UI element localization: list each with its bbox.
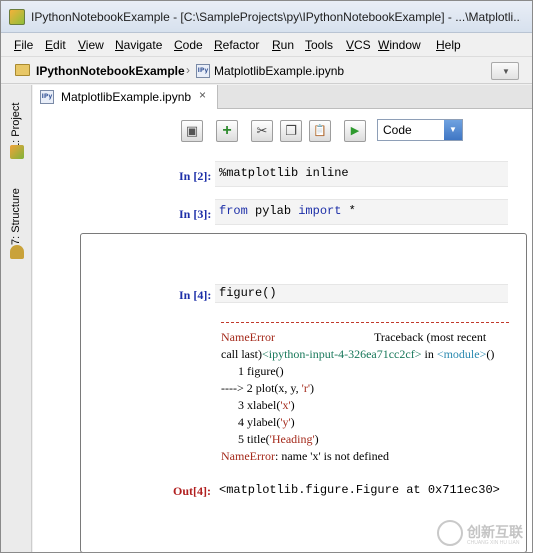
traceback-line-code: plot(x, y, 'r') bbox=[255, 381, 314, 395]
cell-2-prompt: In [2]: bbox=[179, 169, 212, 183]
window-title: IPythonNotebookExample - [C:\SampleProje… bbox=[31, 10, 521, 24]
tab-matplotlib-example[interactable]: IPy MatplotlibExample.ipynb × bbox=[33, 85, 218, 109]
error-name: NameError bbox=[221, 449, 275, 463]
ipython-file-icon: IPy bbox=[196, 64, 210, 78]
traceback-line-code: xlabel('x') bbox=[247, 398, 295, 412]
add-cell-icon[interactable]: + bbox=[216, 120, 238, 142]
navigation-bar: IPythonNotebookExample › IPy MatplotlibE… bbox=[1, 58, 532, 84]
menu-tools[interactable]: Tools bbox=[305, 38, 333, 52]
in-word: in bbox=[421, 347, 437, 361]
traceback-line: 1 figure() bbox=[221, 363, 509, 380]
output-prompt: Out[4]: bbox=[173, 484, 211, 498]
folder-icon bbox=[15, 64, 30, 76]
cell-2-code-text: %matplotlib inline bbox=[219, 166, 349, 180]
tool-tab-structure[interactable]: 7: Structure bbox=[10, 188, 22, 245]
cell-3-code[interactable]: from pylab import * bbox=[215, 199, 508, 225]
menu-run[interactable]: Run bbox=[272, 38, 294, 52]
watermark-icon bbox=[437, 520, 463, 546]
traceback-line-number: 1 bbox=[238, 364, 247, 378]
structure-icon bbox=[10, 245, 24, 259]
menu-window[interactable]: Window bbox=[378, 38, 421, 52]
menu-refactor[interactable]: Refactor bbox=[214, 38, 259, 52]
save-icon[interactable]: ▣ bbox=[181, 120, 203, 142]
code-text: * bbox=[341, 204, 356, 218]
paste-icon[interactable]: 📋 bbox=[309, 120, 331, 142]
traceback-error-line: NameError: name 'x' is not defined bbox=[221, 448, 509, 465]
menu-bar: File Edit View Navigate Code Refactor Ru… bbox=[1, 33, 532, 57]
breadcrumb-file[interactable]: MatplotlibExample.ipynb bbox=[214, 64, 344, 78]
traceback-line-number: ----> 2 bbox=[221, 381, 256, 395]
ipython-file-icon: IPy bbox=[40, 90, 54, 104]
traceback-line-code: figure() bbox=[247, 364, 284, 378]
run-icon[interactable]: ▶ bbox=[344, 120, 366, 142]
copy-icon[interactable]: ❐ bbox=[280, 120, 302, 142]
tool-tab-project[interactable]: 1: Project bbox=[10, 103, 22, 149]
ide-window: IPythonNotebookExample - [C:\SampleProje… bbox=[0, 0, 533, 553]
error-message: : name 'x' is not defined bbox=[274, 449, 389, 463]
traceback-line-code: title('Heading') bbox=[247, 432, 319, 446]
traceback-line: 4 ylabel('y') bbox=[221, 414, 509, 431]
tab-label: MatplotlibExample.ipynb bbox=[61, 90, 192, 104]
menu-view[interactable]: View bbox=[78, 38, 104, 52]
menu-vcs[interactable]: VCS bbox=[346, 38, 371, 52]
title-bar: IPythonNotebookExample - [C:\SampleProje… bbox=[1, 1, 532, 33]
traceback-line-number: 3 bbox=[238, 398, 247, 412]
error-name: NameError bbox=[221, 330, 275, 344]
traceback-line-number: 5 bbox=[238, 432, 247, 446]
pycharm-logo-icon bbox=[9, 9, 25, 25]
code-text: pylab bbox=[247, 204, 299, 218]
traceback-line-code: ylabel('y') bbox=[247, 415, 295, 429]
module-ref: <module> bbox=[436, 347, 487, 361]
menu-navigate[interactable]: Navigate bbox=[115, 38, 162, 52]
watermark-title: 创新互联 bbox=[467, 524, 523, 540]
notebook-toolbar: ▣ + ✂ ❐ 📋 ▶ Code ▼ bbox=[33, 109, 532, 153]
cell-4-prompt: In [4]: bbox=[179, 288, 212, 302]
breadcrumb-separator: › bbox=[186, 63, 190, 77]
chevron-down-icon: ▼ bbox=[502, 67, 510, 76]
watermark-logo: 创新互联 CHUANG XIN HU LIAN bbox=[437, 520, 532, 552]
close-icon[interactable]: × bbox=[199, 88, 206, 102]
cell-3-prompt: In [3]: bbox=[179, 207, 212, 221]
traceback-header: NameError Traceback (most recent bbox=[221, 329, 509, 346]
call-last-text: call last) bbox=[221, 347, 262, 361]
traceback-title: Traceback (most recent bbox=[374, 330, 487, 344]
menu-edit[interactable]: Edit bbox=[45, 38, 66, 52]
cell-2-code[interactable]: %matplotlib inline bbox=[215, 161, 508, 187]
menu-code[interactable]: Code bbox=[174, 38, 203, 52]
editor-tab-bar: IPy MatplotlibExample.ipynb × bbox=[33, 85, 532, 109]
traceback-call-line: call last)<ipython-input-4-326ea71cc2cf>… bbox=[221, 346, 509, 363]
traceback-line: 5 title('Heading') bbox=[221, 431, 509, 448]
input-ref: <ipython-input-4-326ea71cc2cf> bbox=[261, 347, 422, 361]
cell-type-value: Code bbox=[383, 123, 412, 137]
module-tail: () bbox=[486, 347, 495, 361]
code-keyword: import bbox=[298, 204, 342, 218]
watermark-subtitle: CHUANG XIN HU LIAN bbox=[467, 540, 520, 546]
code-keyword: from bbox=[219, 204, 248, 218]
menu-file[interactable]: File bbox=[14, 38, 33, 52]
traceback-line: ----> 2 plot(x, y, 'r') bbox=[221, 380, 509, 397]
cell-type-select[interactable]: Code ▼ bbox=[377, 119, 463, 141]
menu-help[interactable]: Help bbox=[436, 38, 461, 52]
cell-4-code[interactable]: figure() bbox=[215, 284, 508, 303]
traceback-output: NameError Traceback (most recent call la… bbox=[221, 322, 509, 465]
navbar-dropdown-button[interactable]: ▼ bbox=[491, 62, 519, 80]
project-icon bbox=[10, 145, 24, 159]
cut-icon[interactable]: ✂ bbox=[251, 120, 273, 142]
traceback-line: 3 xlabel('x') bbox=[221, 397, 509, 414]
chevron-down-icon: ▼ bbox=[444, 120, 462, 140]
cell-4-code-text: figure() bbox=[219, 286, 277, 300]
left-tool-strip: 1: Project 7: Structure bbox=[1, 85, 32, 552]
traceback-line-number: 4 bbox=[238, 415, 247, 429]
output-text: <matplotlib.figure.Figure at 0x711ec30> bbox=[219, 483, 500, 497]
breadcrumb-project[interactable]: IPythonNotebookExample bbox=[36, 64, 185, 78]
notebook-editor: ▣ + ✂ ❐ 📋 ▶ Code ▼ In [2]: %matplotlib i… bbox=[33, 109, 532, 552]
